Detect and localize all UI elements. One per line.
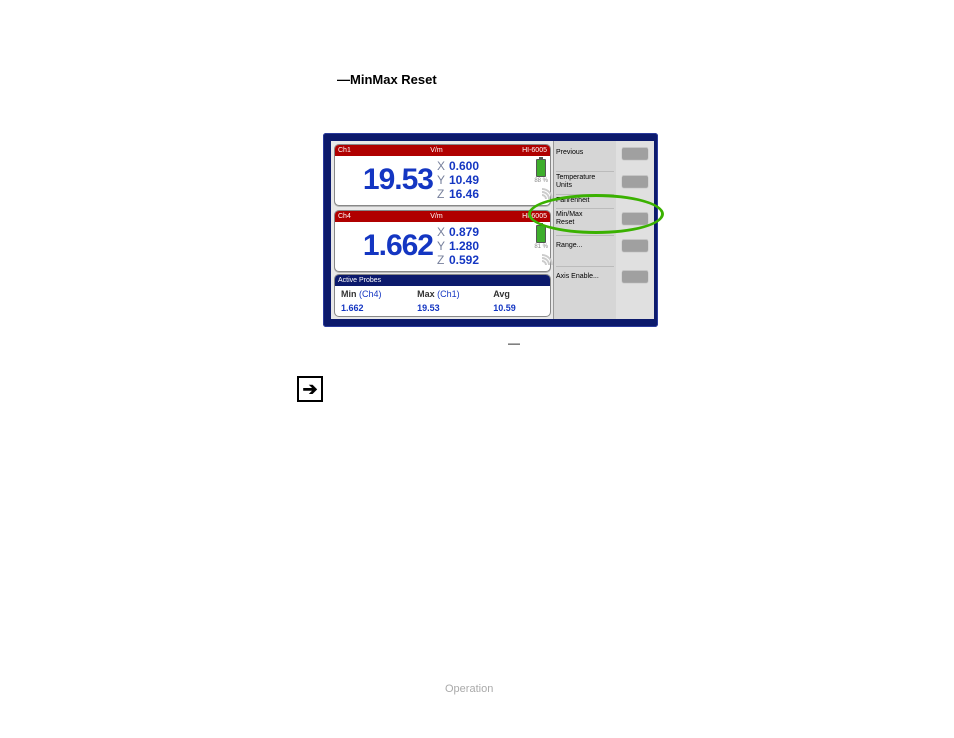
lcd-area: Ch1 V/m HI-6005 19.53 X0.600 Y10.49 Z16.… (331, 141, 553, 319)
hardkey-2[interactable] (622, 175, 648, 187)
wifi-icon (523, 181, 547, 201)
channel-panel-4: Ch4 V/m HI-6005 1.662 X0.879 Y1.280 Z0.5… (334, 210, 551, 272)
battery-icon (536, 159, 546, 177)
ch1-axes: X0.600 Y10.49 Z16.46 (437, 156, 505, 203)
hardkey-column (616, 141, 654, 319)
avg-value: 10.59 (487, 303, 550, 313)
max-value: 19.53 (411, 303, 487, 313)
ch1-magnitude: 19.53 (335, 156, 437, 203)
footer-text: Operation (445, 683, 493, 695)
battery-icon (536, 225, 546, 243)
ch4-unit: V/m (430, 211, 442, 222)
ch4-header: Ch4 V/m HI-6005 (335, 211, 550, 222)
figure-caption: — (508, 336, 520, 350)
ch4-model: HI-6005 (522, 211, 547, 222)
ch4-label: Ch4 (338, 211, 351, 222)
ch1-unit: V/m (430, 145, 442, 156)
softkey-range[interactable]: Range... (556, 235, 614, 256)
page-title: —MinMax Reset (337, 72, 437, 87)
ch1-header: Ch1 V/m HI-6005 (335, 145, 550, 156)
ch1-label: Ch1 (338, 145, 351, 156)
softkey-labels-column: Previous Temperature Units Fahrenheit Mi… (553, 141, 617, 319)
softkey-previous[interactable]: Previous (556, 143, 614, 163)
hardkey-3[interactable] (622, 212, 648, 224)
wifi-icon (523, 247, 547, 267)
min-value: 1.662 (335, 303, 411, 313)
note-arrow-icon: ➔ (297, 376, 323, 402)
softkey-axis-enable[interactable]: Axis Enable... (556, 266, 614, 287)
ch1-model: HI-6005 (522, 145, 547, 156)
channel-panel-1: Ch1 V/m HI-6005 19.53 X0.600 Y10.49 Z16.… (334, 144, 551, 206)
device-screenshot: Ch1 V/m HI-6005 19.53 X0.600 Y10.49 Z16.… (323, 133, 658, 327)
active-probes-header: Active Probes (335, 275, 550, 286)
softkey-minmax-reset[interactable]: Min/Max Reset (556, 208, 614, 229)
hardkey-5[interactable] (622, 270, 648, 282)
active-probes-panel: Active Probes Min (Ch4) Max (Ch1) Avg 1.… (334, 274, 551, 317)
hardkey-1[interactable] (622, 147, 648, 159)
softkey-temperature-units[interactable]: Temperature Units (556, 171, 614, 192)
ch4-axes: X0.879 Y1.280 Z0.592 (437, 222, 505, 269)
hardkey-4[interactable] (622, 239, 648, 251)
ch4-magnitude: 1.662 (335, 222, 437, 269)
softkey-fahrenheit[interactable]: Fahrenheit (556, 194, 614, 207)
